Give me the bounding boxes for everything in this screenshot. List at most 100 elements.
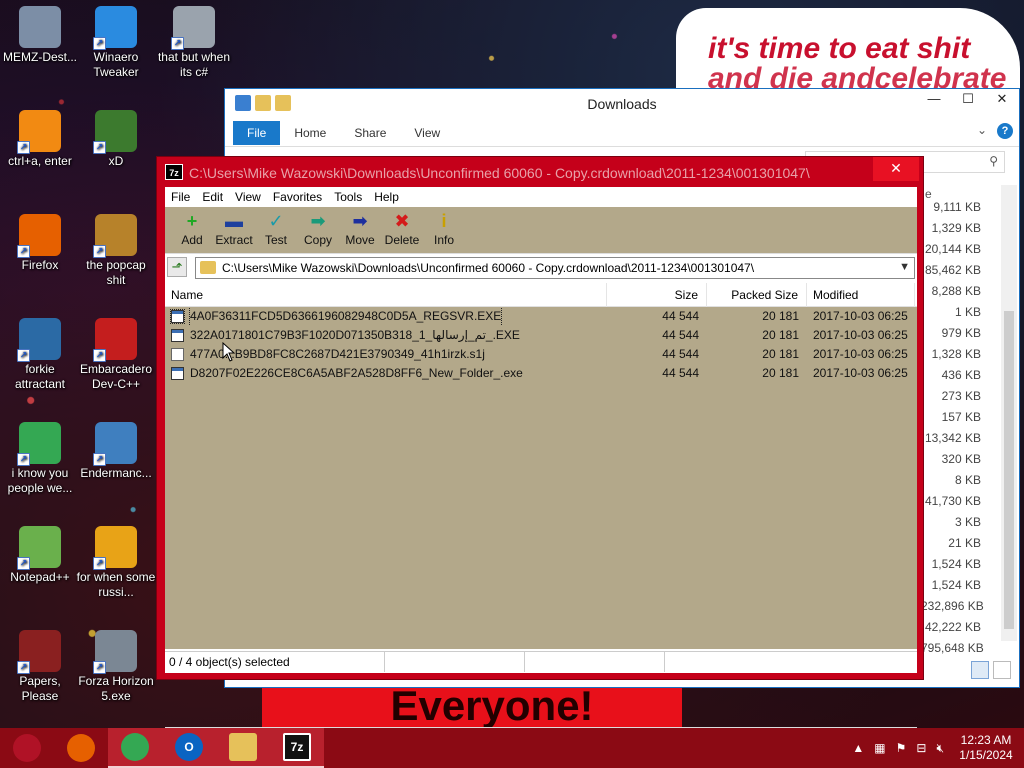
file-list[interactable]: Name Size Packed Size Modified 4A0F36311… (165, 283, 917, 745)
explorer-file-size[interactable]: 1,329 KB (921, 218, 981, 239)
explorer-file-size[interactable]: 273 KB (921, 386, 981, 407)
add-button[interactable]: + Add (171, 207, 213, 253)
cell-modified: 2017-10-03 06:25 (813, 309, 908, 323)
desktop-shortcut[interactable]: ↗ ctrl+a, enter (0, 110, 80, 169)
explorer-file-size[interactable]: 320 KB (921, 449, 981, 470)
test-button[interactable]: ✓ Test (255, 207, 297, 253)
menu-favorites[interactable]: Favorites (267, 190, 328, 204)
taskbar-item[interactable]: 7z (270, 728, 324, 768)
explorer-file-size[interactable]: 9,111 KB (921, 197, 981, 218)
desktop-shortcut[interactable]: ↗ Notepad++ (0, 526, 80, 585)
desktop-shortcut[interactable]: ↗ Endermanc... (76, 422, 156, 481)
column-packed-size[interactable]: Packed Size (707, 283, 807, 307)
column-name[interactable]: Name (165, 283, 607, 307)
desktop-shortcut[interactable]: ↗ Forza Horizon 5.exe (76, 630, 156, 704)
explorer-file-size[interactable]: 3 KB (921, 512, 981, 533)
desktop-shortcut[interactable]: ↗ for when some russi... (76, 526, 156, 600)
address-bar[interactable]: C:\Users\Mike Wazowski\Downloads\Unconfi… (195, 257, 915, 279)
executable-file-icon (170, 309, 185, 324)
details-view-icon[interactable] (971, 661, 989, 679)
wallpaper-text: it's time to eat shit (708, 32, 971, 65)
tab-view[interactable]: View (400, 121, 454, 145)
taskbar-item[interactable]: O (162, 728, 216, 768)
explorer-file-size[interactable]: 41,730 KB (921, 491, 981, 512)
close-button[interactable]: ✕ (985, 89, 1019, 111)
desktop-shortcut[interactable]: ↗ i know you people we... (0, 422, 80, 496)
desktop-shortcut[interactable]: ↗ Firefox (0, 214, 80, 273)
explorer-file-size[interactable]: 232,896 KB (921, 596, 984, 617)
explorer-file-size[interactable]: 85,462 KB (921, 260, 981, 281)
explorer-file-size[interactable]: 8 KB (921, 470, 981, 491)
desktop-shortcut[interactable]: ↗ Winaero Tweaker (76, 6, 156, 80)
show-hidden-icons-icon[interactable]: ▲ (852, 741, 864, 755)
menu-tools[interactable]: Tools (328, 190, 368, 204)
table-row[interactable]: 322A0171801C79B3F1020D071350B318_1_تم_إر… (165, 326, 917, 345)
explorer-file-size[interactable]: 1,524 KB (921, 554, 981, 575)
minimize-button[interactable] (811, 157, 855, 181)
minimize-button[interactable]: — (917, 89, 951, 111)
move-button[interactable]: ➡ Move (339, 207, 381, 253)
explorer-titlebar[interactable]: Downloads — ☐ ✕ (225, 89, 1019, 119)
desktop-shortcut[interactable]: ↗ the popcap shit (76, 214, 156, 288)
expand-ribbon-icon[interactable]: ⌄ (977, 123, 987, 139)
explorer-file-size[interactable]: 979 KB (921, 323, 981, 344)
close-button[interactable]: ✕ (873, 157, 919, 181)
taskbar-item[interactable] (0, 728, 54, 768)
explorer-file-size[interactable]: 1 KB (921, 302, 981, 323)
column-size[interactable]: Size (607, 283, 707, 307)
desktop-shortcut[interactable]: ↗ forkie attractant (0, 318, 80, 392)
column-modified[interactable]: Modified (807, 283, 915, 307)
taskbar-item[interactable] (54, 728, 108, 768)
maximize-button[interactable]: ☐ (951, 89, 985, 111)
tab-home[interactable]: Home (280, 121, 340, 145)
large-icons-view-icon[interactable] (993, 661, 1011, 679)
desktop-shortcut[interactable]: ↗ xD (76, 110, 156, 169)
action-center-flag-icon[interactable]: ⚑ (896, 741, 907, 755)
explorer-file-size[interactable]: 795,648 KB (921, 638, 984, 659)
taskbar-clock[interactable]: 12:23 AM 1/15/2024 (954, 733, 1018, 763)
list-header: Name Size Packed Size Modified (165, 283, 917, 307)
7zip-app-icon[interactable]: 7z (165, 164, 183, 180)
chevron-down-icon[interactable]: ▼ (899, 261, 910, 273)
explorer-file-size[interactable]: 20,144 KB (921, 239, 981, 260)
taskbar-item[interactable] (108, 728, 162, 768)
info-button[interactable]: i Info (423, 207, 465, 253)
menu-view[interactable]: View (229, 190, 267, 204)
desktop-shortcut[interactable]: ↗ that but when its c# (154, 6, 234, 80)
network-adapter-icon[interactable]: ▦ (874, 741, 885, 755)
taskbar-item[interactable] (216, 728, 270, 768)
delete-button[interactable]: ✖ Delete (381, 207, 423, 253)
explorer-vertical-scrollbar[interactable] (1001, 185, 1017, 641)
explorer-file-size[interactable]: 436 KB (921, 365, 981, 386)
menu-edit[interactable]: Edit (196, 190, 229, 204)
7zip-titlebar[interactable]: 7z C:\Users\Mike Wazowski\Downloads\Unco… (157, 157, 923, 187)
explorer-file-size[interactable]: 157 KB (921, 407, 981, 428)
test-icon: ✓ (268, 211, 284, 231)
explorer-file-size[interactable]: 8,288 KB (921, 281, 981, 302)
desktop-shortcut[interactable]: ↗ Papers, Please (0, 630, 80, 704)
desktop-shortcut[interactable]: MEMZ-Dest... (0, 6, 80, 65)
7zip-window[interactable]: 7z C:\Users\Mike Wazowski\Downloads\Unco… (156, 156, 924, 745)
help-icon[interactable]: ? (997, 123, 1013, 139)
explorer-file-size[interactable]: 21 KB (921, 533, 981, 554)
explorer-file-size[interactable]: 42,222 KB (921, 617, 981, 638)
cell-name: D8207F02E226CE8C6A5ABF2A528D8FF6_New_Fol… (165, 364, 607, 383)
volume-muted-icon[interactable]: 🔇︎ (936, 741, 944, 756)
explorer-file-size[interactable]: 1,524 KB (921, 575, 981, 596)
explorer-file-size[interactable]: 1,328 KB (921, 344, 981, 365)
network-icon[interactable]: ⊟ (916, 741, 926, 755)
desktop-shortcut[interactable]: ↗ Embarcadero Dev-C++ (76, 318, 156, 392)
extract-button[interactable]: ▬ Extract (213, 207, 255, 253)
explorer-file-size[interactable]: 13,342 KB (921, 428, 981, 449)
up-folder-button[interactable]: ⬏ (167, 257, 187, 277)
tab-share[interactable]: Share (340, 121, 400, 145)
table-row[interactable]: 4A0F36311FCD5D6366196082948C0D5A_REGSVR.… (165, 307, 917, 326)
table-row[interactable]: 477A0...B9BD8FC8C2687D421E3790349_41h1ir… (165, 345, 917, 364)
table-row[interactable]: D8207F02E226CE8C6A5ABF2A528D8FF6_New_Fol… (165, 364, 917, 383)
tab-file[interactable]: File (233, 120, 281, 145)
copy-button[interactable]: ➡ Copy (297, 207, 339, 253)
menu-help[interactable]: Help (368, 190, 405, 204)
scroll-thumb[interactable] (1004, 311, 1014, 629)
toolbar: + Add ▬ Extract ✓ Test ➡ Copy ➡ Move ✖ Delete i Info (165, 207, 917, 253)
menu-file[interactable]: File (165, 190, 196, 204)
